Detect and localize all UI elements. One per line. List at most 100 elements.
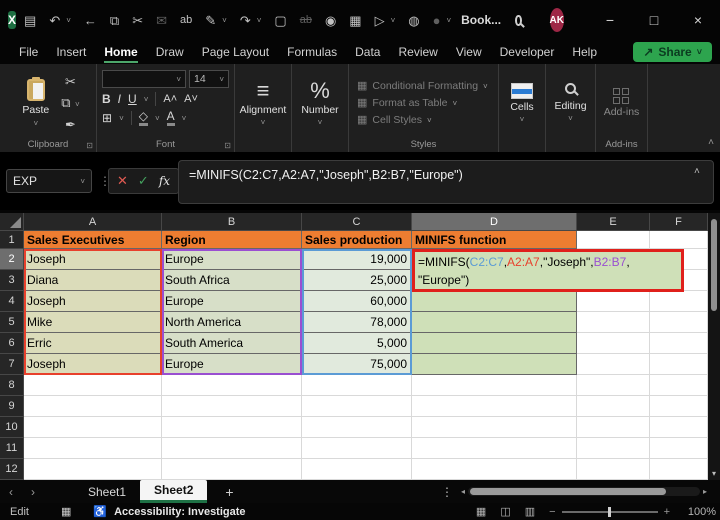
borders-dropdown-icon[interactable]: ˅ xyxy=(119,114,124,123)
zoom-level[interactable]: 100% xyxy=(684,506,716,518)
cell-B6[interactable]: South America xyxy=(162,333,302,354)
clipboard-dialog-launcher-icon[interactable]: ⊡ xyxy=(86,141,93,150)
redo-icon[interactable]: ↷ xyxy=(240,14,251,27)
tab-insert[interactable]: Insert xyxy=(47,42,95,63)
tab-page-layout[interactable]: Page Layout xyxy=(193,42,278,63)
page-break-view-icon[interactable]: ▥ xyxy=(525,505,535,518)
paste-button[interactable]: Paste ˅ xyxy=(16,76,55,130)
cell-A1[interactable]: Sales Executives xyxy=(24,231,162,249)
addins-button[interactable]: Add-ins xyxy=(604,70,639,136)
sheet-menu-dots-icon[interactable]: ⋮ xyxy=(441,485,453,499)
new-document-icon[interactable]: ▢ xyxy=(274,14,286,27)
cut-button[interactable]: ✂ xyxy=(65,75,76,88)
cell-D6[interactable] xyxy=(412,333,577,354)
row-header-6[interactable]: 6 xyxy=(0,333,24,354)
cell-B1[interactable]: Region xyxy=(162,231,302,249)
row-header-5[interactable]: 5 xyxy=(0,312,24,333)
grow-font-button[interactable]: A˄ xyxy=(163,93,177,105)
cell-A7[interactable]: Joseph xyxy=(24,354,162,375)
cell-A9[interactable] xyxy=(24,396,162,417)
column-header-b[interactable]: B xyxy=(162,213,302,231)
cell-B7[interactable]: Europe xyxy=(162,354,302,375)
cell-C4[interactable]: 60,000 xyxy=(302,291,412,312)
column-header-e[interactable]: E xyxy=(577,213,650,231)
tab-developer[interactable]: Developer xyxy=(491,42,564,63)
run-macro-icon[interactable]: ▷ xyxy=(375,14,385,27)
cell-E4[interactable] xyxy=(577,291,650,312)
cell-A11[interactable] xyxy=(24,438,162,459)
table-preview-icon[interactable]: ▦ xyxy=(349,14,361,27)
find-replace-icon[interactable]: ab xyxy=(180,14,192,26)
cell-A8[interactable] xyxy=(24,375,162,396)
row-header-10[interactable]: 10 xyxy=(0,417,24,438)
font-color-dropdown-icon[interactable]: ˅ xyxy=(182,114,187,123)
cell-D7[interactable] xyxy=(412,354,577,375)
horizontal-scrollbar-thumb[interactable] xyxy=(470,488,667,495)
select-all-button[interactable] xyxy=(0,213,24,231)
scroll-left-icon[interactable]: ◂ xyxy=(458,487,468,496)
row-header-2[interactable]: 2 xyxy=(0,249,24,270)
sheet-tab-sheet2[interactable]: Sheet2 xyxy=(140,480,208,503)
undo-dropdown-icon[interactable]: ˅ xyxy=(66,16,71,25)
font-name-combobox[interactable]: ˅ xyxy=(102,70,186,88)
tab-review[interactable]: Review xyxy=(389,42,446,63)
draw-dropdown-icon[interactable]: ˅ xyxy=(222,16,227,25)
cell-A2[interactable]: Joseph xyxy=(24,249,162,270)
vertical-scrollbar-thumb[interactable] xyxy=(711,219,717,311)
tab-formulas[interactable]: Formulas xyxy=(278,42,346,63)
cancel-button[interactable]: ✕ xyxy=(117,173,128,189)
cell-B3[interactable]: South Africa xyxy=(162,270,302,291)
draw-mode-icon[interactable]: ✎ xyxy=(205,14,216,27)
cell-A12[interactable] xyxy=(24,459,162,480)
zoom-slider[interactable] xyxy=(607,506,611,517)
tab-draw[interactable]: Draw xyxy=(147,42,193,63)
cell-F4[interactable] xyxy=(650,291,708,312)
redo-dropdown-icon[interactable]: ˅ xyxy=(257,16,262,25)
shrink-font-button[interactable]: A˅ xyxy=(184,93,198,105)
page-layout-view-icon[interactable]: ◫ xyxy=(500,505,510,518)
sheet-tab-sheet1[interactable]: Sheet1 xyxy=(74,480,140,503)
cell-B2[interactable]: Europe xyxy=(162,249,302,270)
cell-F1[interactable] xyxy=(650,231,708,249)
cell-C5[interactable]: 78,000 xyxy=(302,312,412,333)
cell-F5[interactable] xyxy=(650,312,708,333)
bold-button[interactable]: B xyxy=(102,92,111,106)
borders-button[interactable]: ⊞ xyxy=(102,111,112,125)
insert-function-button[interactable]: fx xyxy=(159,174,170,188)
alignment-button[interactable]: ≡ Alignment ˅ xyxy=(240,70,287,136)
cell-A5[interactable]: Mike xyxy=(24,312,162,333)
search-icon[interactable] xyxy=(515,14,522,26)
active-cell-formula-editor[interactable]: =MINIFS(C2:C7,A2:A7,"Joseph",B2:B7, "Eur… xyxy=(412,249,684,292)
cell-A3[interactable]: Diana xyxy=(24,270,162,291)
format-as-table-button[interactable]: ▦ Format as Table ˅ xyxy=(357,97,488,109)
camera-icon[interactable]: ◉ xyxy=(325,14,336,27)
conditional-formatting-button[interactable]: ▦ Conditional Formatting ˅ xyxy=(357,80,488,92)
theme-circle-icon[interactable]: ● xyxy=(433,14,441,27)
cell-A10[interactable] xyxy=(24,417,162,438)
cell-C7[interactable]: 75,000 xyxy=(302,354,412,375)
accessibility-status[interactable]: Accessibility: Investigate xyxy=(114,506,245,518)
cell-C3[interactable]: 25,000 xyxy=(302,270,412,291)
cell-D1[interactable]: MINIFS function xyxy=(412,231,577,249)
formula-bar-expand-icon[interactable]: ˄ xyxy=(694,166,700,177)
qat-customize-icon[interactable]: ˅ xyxy=(446,16,451,25)
cell-styles-button[interactable]: ▦ Cell Styles ˅ xyxy=(357,114,488,126)
add-sheet-button[interactable]: + xyxy=(207,484,251,500)
name-box[interactable]: EXP ˅ xyxy=(6,169,92,193)
macro-dropdown-icon[interactable]: ˅ xyxy=(391,16,396,25)
row-header-11[interactable]: 11 xyxy=(0,438,24,459)
number-button[interactable]: % Number ˅ xyxy=(301,70,338,136)
cell-E7[interactable] xyxy=(577,354,650,375)
cell-F7[interactable] xyxy=(650,354,708,375)
row-header-7[interactable]: 7 xyxy=(0,354,24,375)
tab-data[interactable]: Data xyxy=(346,42,389,63)
scroll-right-icon[interactable]: ▸ xyxy=(700,487,710,496)
row-header-12[interactable]: 12 xyxy=(0,459,24,480)
cell-E6[interactable] xyxy=(577,333,650,354)
row-header-8[interactable]: 8 xyxy=(0,375,24,396)
cell-B4[interactable]: Europe xyxy=(162,291,302,312)
undo-icon[interactable]: ↶ xyxy=(49,14,60,27)
cell-C2[interactable]: 19,000 xyxy=(302,249,412,270)
cell-B5[interactable]: North America xyxy=(162,312,302,333)
accessibility-icon[interactable]: ♿ xyxy=(93,505,107,518)
